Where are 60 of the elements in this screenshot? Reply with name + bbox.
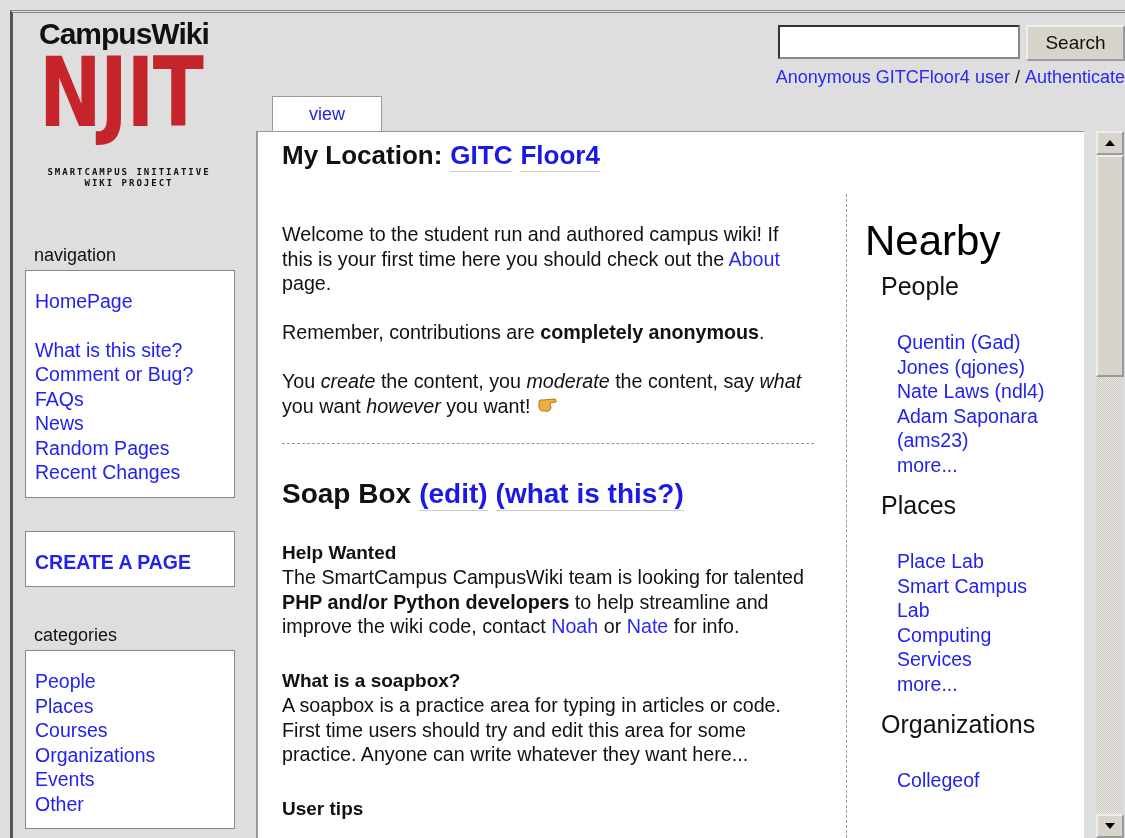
sidebar-link[interactable]: Organizations — [35, 742, 225, 767]
subsection-heading: User tips — [282, 796, 365, 821]
subsection-text: The SmartCampus CampusWiki team is looking for talented PHP and/or Python developers to help streamline and improve the wiki code, contact Noah or Nate for info. — [282, 565, 805, 639]
scroll-thumb[interactable] — [1096, 155, 1124, 377]
sidebar-link[interactable]: Places — [35, 693, 225, 718]
nearby-link[interactable]: Adam Saponara (ams23) — [897, 403, 1055, 453]
inline-link[interactable]: Nate — [626, 615, 669, 637]
sidebar-link[interactable]: Random Pages — [35, 435, 225, 460]
sidebar-link[interactable]: People — [35, 669, 225, 694]
nearby-link[interactable]: more... — [897, 671, 1055, 696]
title-link[interactable]: Floor4 — [520, 140, 600, 172]
subsection-heading: What is a soapbox? — [282, 668, 462, 693]
inline-link[interactable]: Noah — [551, 615, 599, 637]
nearby-link[interactable]: Place Lab — [897, 549, 1055, 574]
title-link[interactable]: GITC — [450, 140, 513, 172]
scrollbar[interactable] — [1096, 131, 1124, 838]
section-link[interactable]: (edit) — [419, 477, 488, 511]
tab[interactable]: view — [272, 96, 382, 131]
logo-tagline: SMARTCAMPUS INITIATIVE WIKI PROJECT — [46, 167, 212, 189]
nearby-group-heading: People — [881, 272, 960, 300]
sidebar-link[interactable]: Comment or Bug? — [35, 362, 225, 387]
search-field[interactable] — [778, 25, 1020, 59]
scroll-down-button[interactable] — [1096, 814, 1124, 838]
nearby-link[interactable]: Collegeof — [897, 768, 1055, 793]
sidebar-link[interactable]: Courses — [35, 718, 225, 743]
subsection-heading: Help Wanted — [282, 540, 398, 565]
nearby-link[interactable]: Nate Laws (ndl4) — [897, 379, 1055, 404]
sidebar-link[interactable]: Other — [35, 791, 225, 816]
section-title: Soap Box — [282, 477, 412, 510]
logo-title: CampusWiki — [39, 19, 209, 49]
section-link[interactable]: (what is this?) — [495, 477, 684, 511]
nearby-heading: Nearby — [865, 216, 1002, 266]
authenticate-link[interactable]: Authenticate — [1024, 67, 1125, 88]
intro-paragraph: Welcome to the student run and authored campus wiki! If this is your first time here you should check out the About page. — [282, 222, 781, 296]
create-page-link[interactable]: CREATE A PAGE — [35, 549, 225, 574]
sidebar-link[interactable]: FAQs — [35, 386, 225, 411]
sidebar-link[interactable]: HomePage — [35, 289, 225, 314]
up-arrow-icon — [1105, 140, 1115, 146]
separator: / — [1014, 67, 1020, 88]
page-title: My Location: — [282, 140, 443, 171]
search-button[interactable]: Search — [1026, 25, 1125, 61]
sidebar-heading: navigation — [34, 245, 117, 266]
intro-paragraph: You create the content, you moderate the content, say what you want however you want! — [282, 369, 803, 418]
nearby-link[interactable]: more... — [897, 452, 1055, 477]
user-link[interactable]: Anonymous GITCFloor4 user — [775, 67, 1010, 88]
nearby-group-heading: Places — [881, 491, 958, 519]
sidebar-link[interactable]: Recent Changes — [35, 460, 225, 485]
intro-paragraph: Remember, contributions are completely anonymous. — [282, 320, 766, 345]
nearby-link[interactable]: Jones (qjones) — [897, 354, 1055, 379]
sidebar-link[interactable]: News — [35, 411, 225, 436]
sidebar-link[interactable]: Events — [35, 767, 225, 792]
inline-link[interactable]: About — [728, 247, 780, 270]
nearby-group-heading: Organizations — [881, 710, 1037, 738]
scroll-up-button[interactable] — [1096, 131, 1124, 155]
down-arrow-icon — [1105, 823, 1115, 829]
nearby-link[interactable]: Quentin (Gad) — [897, 330, 1055, 355]
sidebar-link[interactable]: What is this site? — [35, 337, 225, 362]
nearby-link[interactable]: Smart Campus Lab — [897, 573, 1055, 623]
sidebar-heading: categories — [34, 625, 118, 646]
subsection-text: A soapbox is a practice area for typing in articles or code. First time users should try and edit this area for some practice. Anyone can write whatever they want here... — [282, 693, 782, 767]
